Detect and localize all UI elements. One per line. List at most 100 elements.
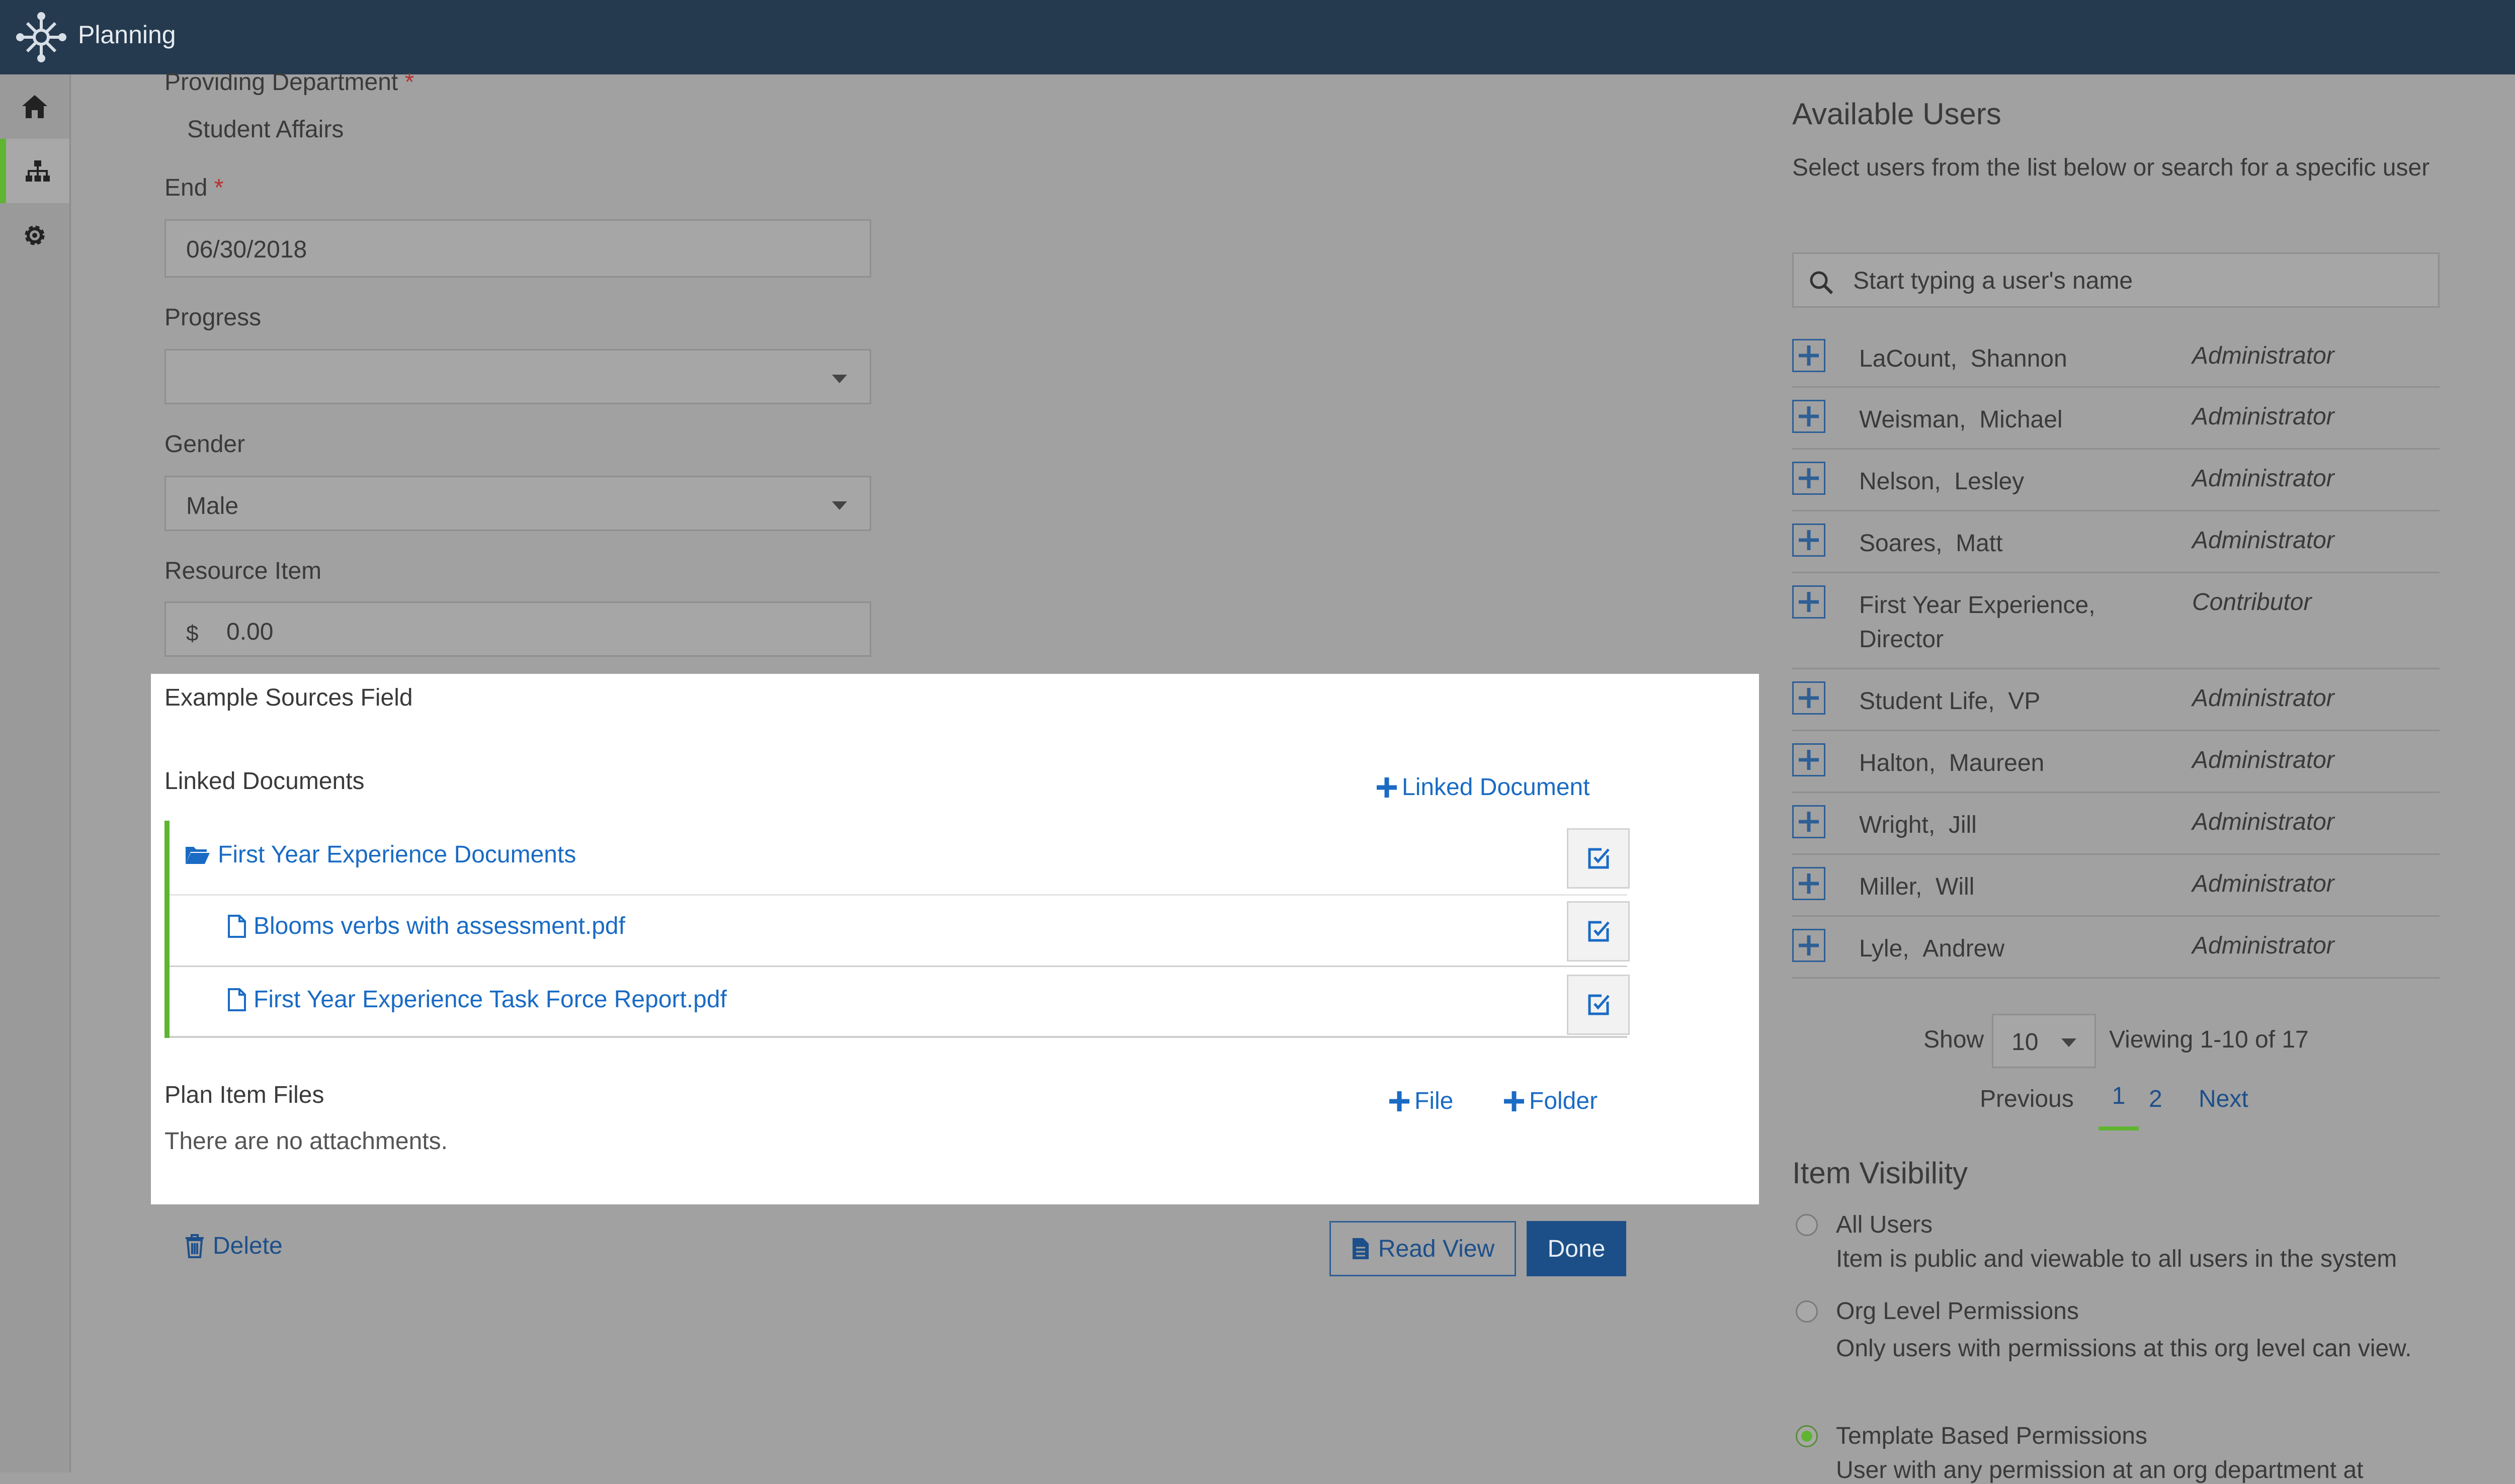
chevron-down-icon bbox=[832, 375, 847, 383]
add-user-button[interactable] bbox=[1792, 462, 1825, 495]
item-visibility-title: Item Visibility bbox=[1792, 1156, 1968, 1190]
edit-icon bbox=[1588, 921, 1610, 942]
trash-icon bbox=[186, 1234, 204, 1258]
planning-logo-icon[interactable] bbox=[15, 11, 67, 63]
rail-org-chart[interactable] bbox=[0, 139, 69, 203]
file-icon bbox=[228, 988, 246, 1011]
plus-icon bbox=[1504, 1091, 1524, 1111]
left-rail bbox=[0, 74, 71, 1472]
progress-select[interactable] bbox=[164, 349, 871, 404]
add-user-button[interactable] bbox=[1792, 523, 1825, 557]
org-level-label: Org Level Permissions bbox=[1836, 1298, 2079, 1325]
delete-button[interactable]: Delete bbox=[185, 1232, 283, 1260]
read-view-button[interactable]: Read View bbox=[1329, 1221, 1516, 1276]
user-role: Administrator bbox=[2192, 403, 2334, 430]
user-role: Administrator bbox=[2192, 685, 2334, 712]
home-icon bbox=[22, 95, 47, 118]
chevron-down-icon bbox=[832, 501, 847, 510]
gear-icon bbox=[25, 225, 45, 245]
user-role: Administrator bbox=[2192, 870, 2334, 897]
edit-icon bbox=[1588, 848, 1610, 869]
sources-field-title: Example Sources Field bbox=[164, 684, 413, 711]
user-name: Lyle, Andrew bbox=[1859, 935, 2005, 962]
add-user-button[interactable] bbox=[1792, 929, 1825, 962]
add-folder-button[interactable]: Folder bbox=[1503, 1087, 1598, 1115]
plus-icon bbox=[1799, 592, 1819, 612]
add-user-button[interactable] bbox=[1792, 743, 1825, 776]
add-user-button[interactable] bbox=[1792, 400, 1825, 433]
rail-home[interactable] bbox=[0, 74, 69, 139]
user-role: Administrator bbox=[2192, 465, 2334, 492]
all-users-label: All Users bbox=[1836, 1211, 1933, 1238]
viewing-count: Viewing 1-10 of 17 bbox=[2109, 1026, 2309, 1053]
no-attachments-text: There are no attachments. bbox=[164, 1128, 448, 1155]
rail-settings[interactable] bbox=[0, 203, 69, 268]
template-based-radio[interactable] bbox=[1796, 1425, 1818, 1447]
plus-icon bbox=[1799, 345, 1819, 366]
plus-icon bbox=[1799, 750, 1819, 770]
linked-file-item[interactable]: First Year Experience Task Force Report.… bbox=[227, 986, 727, 1013]
user-role: Contributor bbox=[2192, 589, 2312, 616]
plus-icon bbox=[1799, 935, 1819, 955]
page-1-button[interactable]: 1 bbox=[2099, 1082, 2139, 1130]
edit-file-button[interactable] bbox=[1567, 975, 1630, 1035]
edit-icon bbox=[1588, 994, 1610, 1015]
folder-open-icon bbox=[186, 846, 210, 864]
end-date-input[interactable]: 06/30/2018 bbox=[164, 219, 871, 278]
file-icon bbox=[228, 914, 246, 938]
user-row: Soares, Matt Administrator bbox=[1792, 511, 2440, 573]
org-level-description: Only users with permissions at this org … bbox=[1836, 1335, 2412, 1362]
divider bbox=[170, 894, 1627, 896]
document-icon bbox=[1352, 1238, 1369, 1259]
chevron-down-icon bbox=[2061, 1038, 2076, 1047]
providing-department-value: Student Affairs bbox=[187, 116, 344, 143]
user-row: First Year Experience, Director Contribut… bbox=[1792, 573, 2440, 669]
user-role: Administrator bbox=[2192, 932, 2334, 959]
plus-icon bbox=[1377, 777, 1397, 798]
user-row: LaCount, Shannon Administrator bbox=[1792, 327, 2440, 388]
user-role: Administrator bbox=[2192, 342, 2334, 369]
add-user-button[interactable] bbox=[1792, 585, 1825, 619]
user-row: Halton, Maureen Administrator bbox=[1792, 731, 2440, 793]
gender-label: Gender bbox=[164, 431, 245, 458]
app-title: Planning bbox=[78, 21, 176, 49]
edit-folder-button[interactable] bbox=[1567, 828, 1630, 889]
user-row: Lyle, Andrew Administrator bbox=[1792, 917, 2440, 979]
linked-file-item[interactable]: Blooms verbs with assessment.pdf bbox=[227, 912, 625, 940]
user-search-input[interactable]: Start typing a user's name bbox=[1792, 252, 2440, 308]
plus-icon bbox=[1799, 468, 1819, 488]
page-2-button[interactable]: 2 bbox=[2149, 1085, 2162, 1113]
top-bar: Planning bbox=[0, 0, 2515, 74]
template-based-label: Template Based Permissions bbox=[1836, 1423, 2147, 1449]
linked-folder[interactable]: First Year Experience Documents bbox=[185, 841, 576, 868]
add-user-button[interactable] bbox=[1792, 867, 1825, 900]
user-name: First Year Experience, Director bbox=[1859, 592, 2095, 653]
user-role: Administrator bbox=[2192, 527, 2334, 554]
plus-icon bbox=[1799, 406, 1819, 426]
plus-icon bbox=[1799, 688, 1819, 708]
edit-file-button[interactable] bbox=[1567, 901, 1630, 962]
resource-item-input[interactable]: $ 0.00 bbox=[164, 601, 871, 657]
user-role: Administrator bbox=[2192, 809, 2334, 835]
done-button[interactable]: Done bbox=[1527, 1221, 1626, 1276]
plus-icon bbox=[1799, 812, 1819, 832]
page-size-select[interactable]: 10 bbox=[1992, 1014, 2096, 1068]
org-level-radio[interactable] bbox=[1796, 1300, 1818, 1323]
gender-select[interactable]: Male bbox=[164, 476, 871, 531]
all-users-radio[interactable] bbox=[1796, 1214, 1818, 1236]
end-label: End * bbox=[164, 174, 224, 201]
add-file-button[interactable]: File bbox=[1388, 1087, 1453, 1115]
user-row: Student Life, VP Administrator bbox=[1792, 669, 2440, 731]
next-page-button[interactable]: Next bbox=[2199, 1085, 2248, 1113]
user-name: Wright, Jill bbox=[1859, 812, 1977, 838]
user-row: Nelson, Lesley Administrator bbox=[1792, 450, 2440, 511]
add-user-button[interactable] bbox=[1792, 681, 1825, 715]
add-user-button[interactable] bbox=[1792, 339, 1825, 372]
template-based-description: User with any permission at an org depar… bbox=[1836, 1457, 2364, 1483]
user-name: Weisman, Michael bbox=[1859, 406, 2063, 433]
previous-page-button[interactable]: Previous bbox=[1980, 1085, 2074, 1113]
user-role: Administrator bbox=[2192, 747, 2334, 773]
add-linked-document-button[interactable]: Linked Document bbox=[1376, 773, 1590, 801]
linked-documents-list: First Year Experience Documents Blooms v… bbox=[164, 821, 1630, 1038]
add-user-button[interactable] bbox=[1792, 805, 1825, 838]
